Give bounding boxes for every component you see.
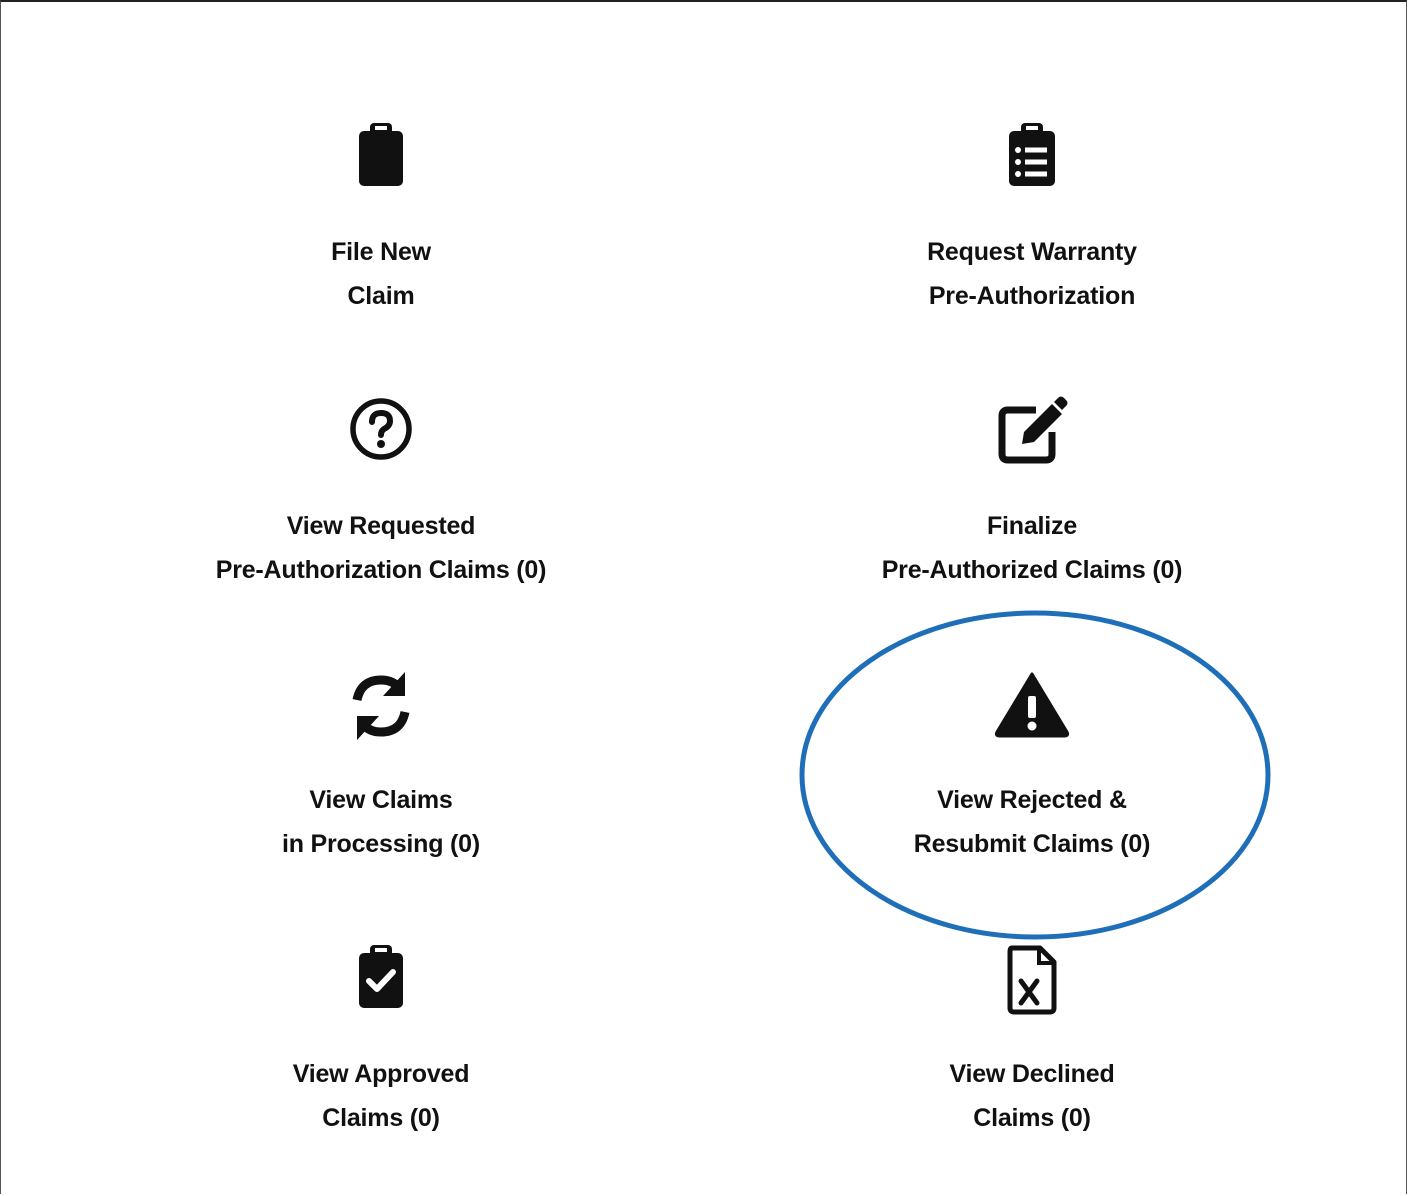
finalize-tile[interactable]: Finalize Pre-Authorized Claims (0)	[802, 392, 1262, 592]
request-warranty-tile[interactable]: Request Warranty Pre-Authorization	[802, 118, 1262, 318]
clipboard-icon	[341, 118, 421, 198]
tile-label: Finalize Pre-Authorized Claims (0)	[881, 512, 1183, 584]
tile-label: View Rejected & Resubmit Claims (0)	[913, 786, 1151, 858]
in-processing-tile[interactable]: View Claims in Processing (0)	[151, 666, 611, 866]
file-excel-icon	[992, 940, 1072, 1020]
tile-label: Request Warranty Pre-Authorization	[927, 238, 1137, 310]
approved-tile[interactable]: View Approved Claims (0)	[151, 940, 611, 1140]
tile-label: View Claims in Processing (0)	[281, 786, 481, 858]
edit-square-icon	[992, 392, 1072, 472]
tile-label: View Requested Pre-Authorization Claims …	[215, 512, 547, 584]
tile-label: View Declined Claims (0)	[949, 1060, 1115, 1132]
rejected-resubmit-tile[interactable]: View Rejected & Resubmit Claims (0)	[802, 666, 1262, 866]
view-requested-tile[interactable]: View Requested Pre-Authorization Claims …	[151, 392, 611, 592]
file-new-claim-tile[interactable]: File New Claim	[151, 118, 611, 318]
tile-label: View Approved Claims (0)	[292, 1060, 470, 1132]
clipboard-check-icon	[341, 940, 421, 1020]
clipboard-list-icon	[992, 118, 1072, 198]
question-circle-icon	[341, 392, 421, 472]
warning-triangle-icon	[992, 666, 1072, 746]
declined-tile[interactable]: View Declined Claims (0)	[802, 940, 1262, 1140]
sync-icon	[341, 666, 421, 746]
tile-label: File New Claim	[331, 238, 431, 310]
